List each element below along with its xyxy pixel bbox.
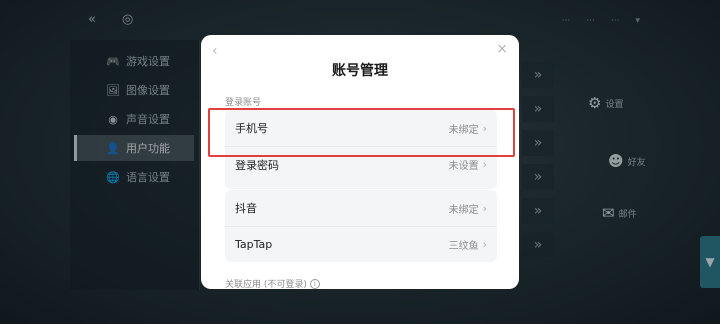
chevron-right-icon: › xyxy=(482,238,487,251)
login-accounts-label: 登录账号 xyxy=(225,98,262,108)
linked-apps-label: 关联应用 (不可登录) i xyxy=(225,277,320,289)
linked-apps-text: 关联应用 (不可登录) xyxy=(225,280,307,289)
dialog-title: 账号管理 xyxy=(332,63,388,79)
phone-number-row[interactable]: 手机号 未绑定 › xyxy=(225,110,497,146)
chevron-right-icon: › xyxy=(482,158,487,171)
row-label: 手机号 xyxy=(235,122,268,135)
row-status: 未设置 › xyxy=(449,157,487,172)
chevron-right-icon: › xyxy=(482,121,487,135)
row-status: 三纹鱼 › xyxy=(449,237,487,252)
login-password-row[interactable]: 登录密码 未设置 › xyxy=(225,146,497,182)
login-accounts-group: 手机号 未绑定 › 登录密码 未设置 › xyxy=(225,110,497,189)
linked-accounts-group: 抖音 未绑定 › TapTap 三纹鱼 › xyxy=(225,190,497,262)
row-label: 登录密码 xyxy=(235,158,279,172)
account-management-dialog: ‹ × 账号管理 登录账号 手机号 未绑定 › 登录密码 未设置 › 抖音 未绑… xyxy=(201,35,519,289)
close-icon[interactable]: × xyxy=(496,41,508,57)
row-status: 未绑定 › xyxy=(449,121,487,136)
row-label: TapTap xyxy=(235,238,273,251)
row-value: 未绑定 xyxy=(448,204,479,216)
row-status: 未绑定 › xyxy=(449,201,487,216)
row-value: 未设置 xyxy=(448,161,479,172)
douyin-row[interactable]: 抖音 未绑定 › xyxy=(225,190,497,226)
taptap-row[interactable]: TapTap 三纹鱼 › xyxy=(225,226,497,262)
chevron-right-icon: › xyxy=(482,201,487,215)
back-icon[interactable]: ‹ xyxy=(212,43,218,59)
row-label: 抖音 xyxy=(235,202,257,215)
info-icon[interactable]: i xyxy=(309,278,320,289)
row-value: 三纹鱼 xyxy=(448,241,479,252)
row-value: 未绑定 xyxy=(448,124,479,136)
